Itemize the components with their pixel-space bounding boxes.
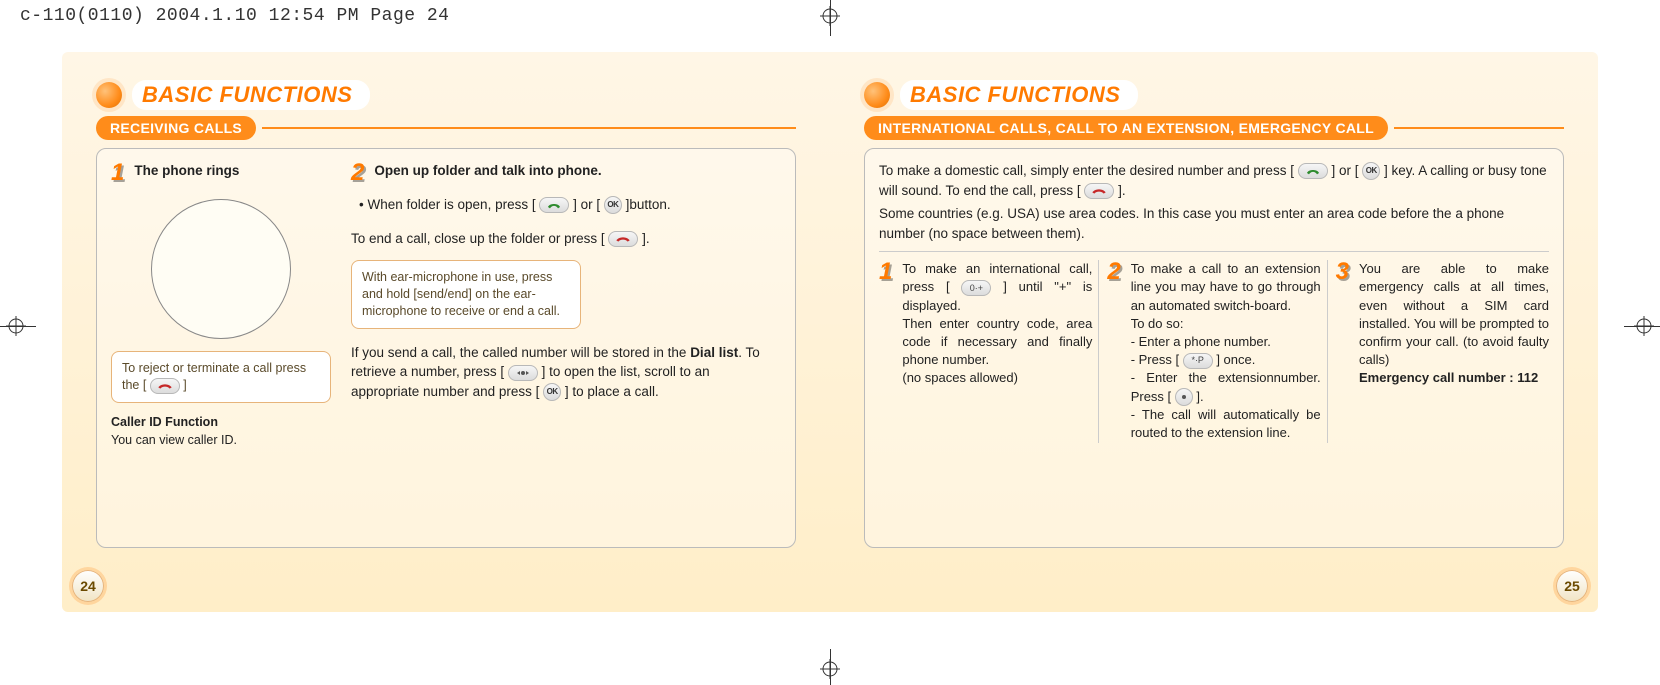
header-bullet-icon bbox=[96, 82, 122, 108]
r-step2-f: - The call will automatically be routed … bbox=[1131, 407, 1321, 440]
divider bbox=[879, 251, 1549, 252]
page-left: BASIC FUNCTIONS RECEIVING CALLS 1 The ph… bbox=[62, 52, 830, 612]
r-step2-e: - Enter the extensionnumber. Press [ bbox=[1131, 370, 1321, 403]
step-number: 1 bbox=[879, 260, 892, 284]
r-step2-a: To make a call to an extension line you … bbox=[1131, 261, 1321, 312]
ok-key-icon: OK bbox=[543, 383, 561, 401]
phone-illustration-placeholder bbox=[151, 199, 291, 339]
basic-functions-title: BASIC FUNCTIONS bbox=[132, 80, 370, 110]
section-bar: INTERNATIONAL CALLS, CALL TO AN EXTENSIO… bbox=[864, 116, 1564, 140]
end-text-a: To end a call, close up the folder or pr… bbox=[351, 231, 608, 246]
dial-text-d: ] to place a call. bbox=[565, 384, 659, 399]
content-box: To make a domestic call, simply enter th… bbox=[864, 148, 1564, 548]
section-title: INTERNATIONAL CALLS, CALL TO AN EXTENSIO… bbox=[864, 116, 1388, 140]
ok-key-icon: OK bbox=[604, 196, 622, 214]
basic-functions-header: BASIC FUNCTIONS bbox=[864, 80, 1564, 110]
content-box: 1 The phone rings To reject or terminate… bbox=[96, 148, 796, 548]
end-text-b: ]. bbox=[642, 231, 650, 246]
basic-functions-header: BASIC FUNCTIONS bbox=[96, 80, 796, 110]
page-spread: BASIC FUNCTIONS RECEIVING CALLS 1 The ph… bbox=[62, 52, 1598, 612]
intro2: Some countries (e.g. USA) use area codes… bbox=[879, 204, 1549, 243]
end-key-icon bbox=[608, 231, 638, 247]
r-step2-d-a: - Press [ bbox=[1131, 352, 1183, 367]
r-step1-block: To make an international call, press [ 0… bbox=[902, 260, 1092, 387]
page-right: BASIC FUNCTIONS INTERNATIONAL CALLS, CAL… bbox=[830, 52, 1598, 612]
open-text-c: ]button. bbox=[626, 197, 671, 212]
page-number: 25 bbox=[1556, 570, 1588, 602]
send-key-icon bbox=[1298, 163, 1328, 179]
caller-id-text: You can view caller ID. bbox=[111, 431, 331, 449]
ok-key-icon: OK bbox=[1362, 162, 1380, 180]
section-underline bbox=[262, 127, 796, 129]
end-key-icon bbox=[150, 378, 180, 394]
print-header: c-110(0110) 2004.1.10 12:54 PM Page 24 bbox=[20, 6, 449, 26]
dial-list-bold: Dial list bbox=[690, 345, 738, 360]
zero-plus-key-icon: 0·+ bbox=[961, 280, 991, 296]
reject-note-text-b: ] bbox=[183, 378, 186, 392]
section-underline bbox=[1394, 127, 1564, 129]
step2-title: Open up folder and talk into phone. bbox=[374, 161, 781, 181]
dial-list-paragraph: If you send a call, the called number wi… bbox=[351, 343, 781, 402]
page-number: 24 bbox=[72, 570, 104, 602]
step-number: 1 bbox=[111, 161, 124, 185]
intro-a: To make a domestic call, simply enter th… bbox=[879, 163, 1298, 178]
dial-text-a: If you send a call, the called number wi… bbox=[351, 345, 690, 360]
open-text-b: ] or [ bbox=[573, 197, 604, 212]
open-text-a: When folder is open, press [ bbox=[368, 197, 540, 212]
r-step3-a: You are able to make emergency calls at … bbox=[1359, 261, 1549, 367]
r-step2-e2: ]. bbox=[1196, 389, 1203, 404]
r-step1-c: Then enter country code, area code if ne… bbox=[902, 316, 1092, 367]
caller-id-block: Caller ID Function You can view caller I… bbox=[111, 413, 331, 449]
intro-d: ]. bbox=[1118, 183, 1126, 198]
step1-title: The phone rings bbox=[134, 161, 331, 181]
r-step2-c: - Enter a phone number. bbox=[1131, 334, 1271, 349]
end-key-icon bbox=[1084, 183, 1114, 199]
r-step2-block: To make a call to an extension line you … bbox=[1131, 260, 1321, 442]
intro-b: ] or [ bbox=[1331, 163, 1362, 178]
intro-paragraph: To make a domestic call, simply enter th… bbox=[879, 161, 1549, 243]
header-bullet-icon bbox=[864, 82, 890, 108]
nav-key-icon bbox=[508, 365, 538, 381]
registration-mark-icon bbox=[6, 316, 26, 336]
basic-functions-title: BASIC FUNCTIONS bbox=[900, 80, 1138, 110]
send-key-icon bbox=[539, 197, 569, 213]
registration-mark-icon bbox=[820, 6, 840, 26]
r-step3-b: Emergency call number : 112 bbox=[1359, 370, 1538, 385]
step-number: 2 bbox=[351, 161, 364, 185]
ear-microphone-note: With ear-microphone in use, press and ho… bbox=[351, 260, 581, 329]
section-title: RECEIVING CALLS bbox=[96, 116, 256, 140]
step-number: 2 bbox=[1107, 260, 1120, 284]
registration-mark-icon bbox=[1634, 316, 1654, 336]
caller-id-title: Caller ID Function bbox=[111, 413, 331, 431]
registration-mark-icon bbox=[820, 659, 840, 679]
r-step3-block: You are able to make emergency calls at … bbox=[1359, 260, 1549, 387]
r-step1-d: (no spaces allowed) bbox=[902, 370, 1018, 385]
section-bar: RECEIVING CALLS bbox=[96, 116, 796, 140]
ok-key-icon bbox=[1175, 388, 1193, 406]
star-p-key-icon: *·P bbox=[1183, 353, 1213, 369]
step-number: 3 bbox=[1336, 260, 1349, 284]
r-step2-b: To do so: bbox=[1131, 316, 1184, 331]
reject-note: To reject or terminate a call press the … bbox=[111, 351, 331, 403]
r-step2-d-b: ] once. bbox=[1216, 352, 1255, 367]
